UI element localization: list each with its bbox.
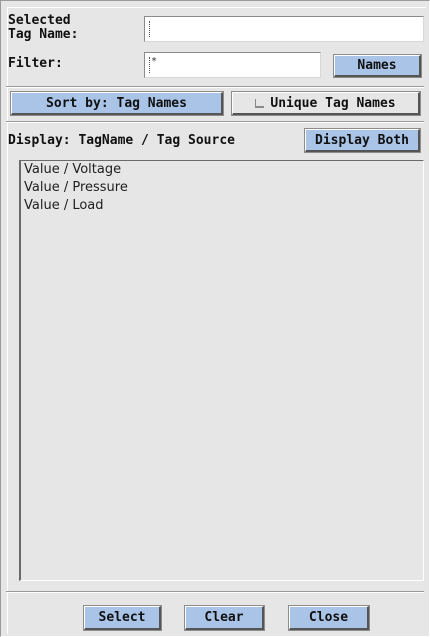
list-item[interactable]: Value / Pressure [21,179,423,197]
selected-tag-name-label: Selected Tag Name: [8,13,79,42]
filter-label: Filter: [8,56,63,71]
text-caret [149,21,151,37]
unique-tag-names-label: Unique Tag Names [270,95,396,111]
filter-value: * [151,56,158,67]
list-item[interactable]: Value / Voltage [21,161,423,179]
display-label: Display: TagName / Tag Source [8,133,235,148]
tag-list[interactable]: Value / Voltage Value / Pressure Value /… [19,160,424,581]
close-button[interactable]: Close [288,605,370,631]
selected-tag-name-field[interactable] [144,16,424,42]
display-both-button[interactable]: Display Both [304,128,421,153]
clear-button[interactable]: Clear [184,605,265,631]
filter-field[interactable]: * [144,52,321,78]
checkbox-icon [255,98,265,108]
separator [6,86,424,88]
sort-by-button[interactable]: Sort by: Tag Names [10,91,224,116]
separator [6,591,424,593]
select-button[interactable]: Select [83,605,162,631]
list-item[interactable]: Value / Load [21,197,423,215]
separator [6,121,424,123]
unique-tag-names-toggle[interactable]: Unique Tag Names [231,91,421,116]
names-button[interactable]: Names [333,54,422,78]
